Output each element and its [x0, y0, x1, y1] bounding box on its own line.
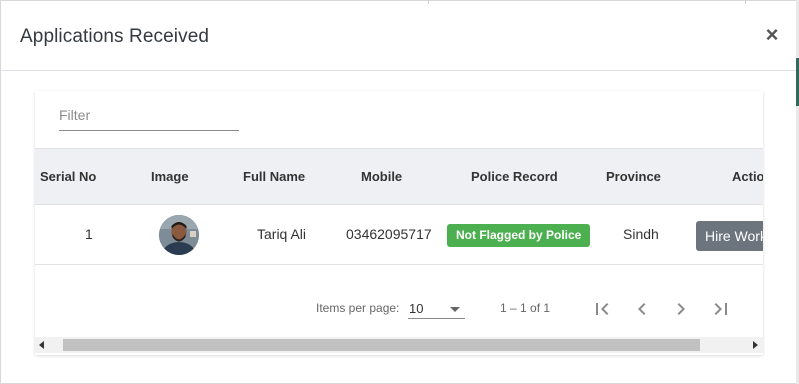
column-header-action[interactable]: Actio [732, 149, 763, 205]
background-divider [428, 0, 429, 4]
province-cell: Sindh [623, 226, 659, 242]
items-per-page-value: 10 [409, 301, 424, 316]
scroll-right-icon[interactable] [753, 341, 758, 349]
close-icon[interactable]: × [761, 23, 783, 47]
column-header-serial-no[interactable]: Serial No [40, 149, 96, 205]
column-header-mobile[interactable]: Mobile [361, 149, 402, 205]
filter-field[interactable] [59, 101, 239, 131]
table-card: Serial No Image Full Name Mobile Police … [35, 91, 763, 355]
next-page-icon[interactable] [669, 297, 693, 321]
page-range-label: 1 – 1 of 1 [500, 301, 551, 315]
background-divider [745, 0, 746, 4]
last-page-icon[interactable] [709, 297, 733, 321]
column-header-province[interactable]: Province [606, 149, 661, 205]
dialog-header: Applications Received × [1, 1, 797, 71]
column-header-police-record[interactable]: Police Record [471, 149, 558, 205]
horizontal-scrollbar[interactable] [35, 337, 763, 353]
avatar [159, 215, 199, 255]
full-name-cell: Tariq Ali [257, 226, 307, 242]
column-header-full-name[interactable]: Full Name [243, 149, 305, 205]
police-record-badge: Not Flagged by Police [447, 224, 591, 247]
scroll-left-icon[interactable] [39, 341, 44, 349]
items-per-page-label: Items per page: [316, 301, 400, 315]
hire-worker-button[interactable]: Hire Work [696, 221, 763, 251]
previous-page-icon[interactable] [630, 297, 654, 321]
paginator: Items per page: 10 1 – 1 of 1 [35, 287, 763, 327]
applications-dialog: Applications Received × Serial No Image … [0, 0, 799, 384]
mobile-cell: 03462095717 [346, 226, 432, 242]
filter-input[interactable] [59, 101, 239, 129]
scrollbar-thumb[interactable] [63, 339, 700, 351]
column-header-image[interactable]: Image [151, 149, 189, 205]
table-row: 1 Tariq Ali 03462095717 Not Flagged by P… [35, 205, 763, 265]
serial-cell: 1 [85, 226, 93, 242]
first-page-icon[interactable] [590, 297, 614, 321]
dialog-title: Applications Received [20, 26, 210, 47]
chevron-down-icon [450, 307, 460, 312]
table-header-row: Serial No Image Full Name Mobile Police … [35, 148, 763, 205]
items-per-page-select[interactable]: 10 [408, 297, 465, 319]
